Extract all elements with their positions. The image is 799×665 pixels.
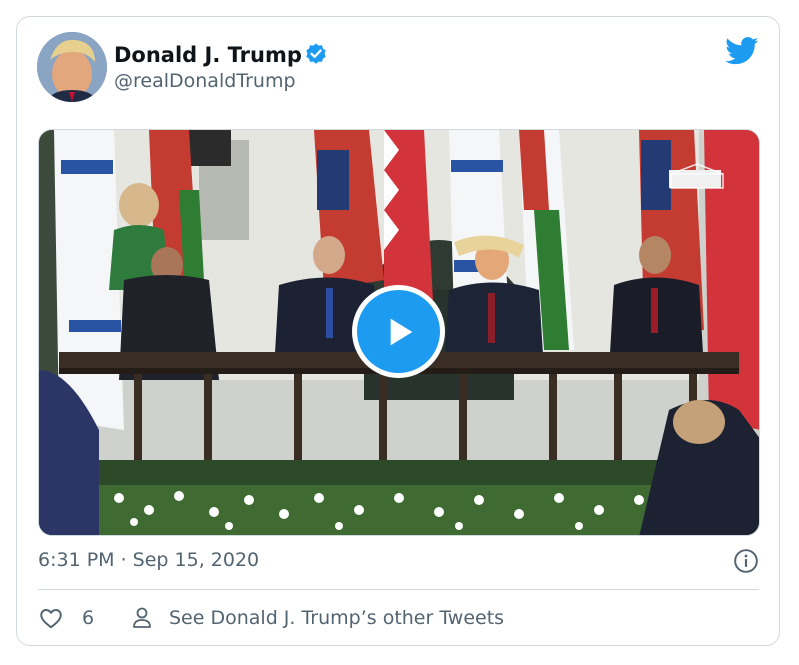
tweet-card[interactable]: Donald J. Trump @realDonaldTrump 6:31 PM… bbox=[16, 16, 780, 646]
info-icon[interactable] bbox=[733, 548, 759, 574]
avatar[interactable] bbox=[37, 32, 107, 102]
twitter-bird-icon[interactable] bbox=[725, 37, 759, 65]
like-button[interactable]: 6 bbox=[38, 603, 94, 633]
other-tweets-link[interactable]: See Donald J. Trump’s other Tweets bbox=[131, 603, 504, 633]
tweet-actions: 6 See Donald J. Trump’s other Tweets bbox=[38, 603, 759, 633]
play-icon bbox=[390, 318, 412, 345]
author-handle[interactable]: @realDonaldTrump bbox=[114, 69, 296, 93]
avatar-image bbox=[37, 32, 107, 102]
like-count: 6 bbox=[82, 607, 95, 629]
author-display-name[interactable]: Donald J. Trump bbox=[114, 42, 302, 68]
person-icon bbox=[133, 607, 151, 628]
verified-badge-icon bbox=[306, 43, 326, 64]
play-button[interactable] bbox=[352, 285, 445, 378]
other-tweets-label: See Donald J. Trump’s other Tweets bbox=[169, 607, 505, 629]
heart-icon bbox=[40, 609, 62, 629]
tweet-timestamp[interactable]: 6:31 PM · Sep 15, 2020 bbox=[38, 547, 259, 573]
video-player[interactable] bbox=[38, 129, 760, 536]
footer-divider bbox=[38, 589, 759, 590]
